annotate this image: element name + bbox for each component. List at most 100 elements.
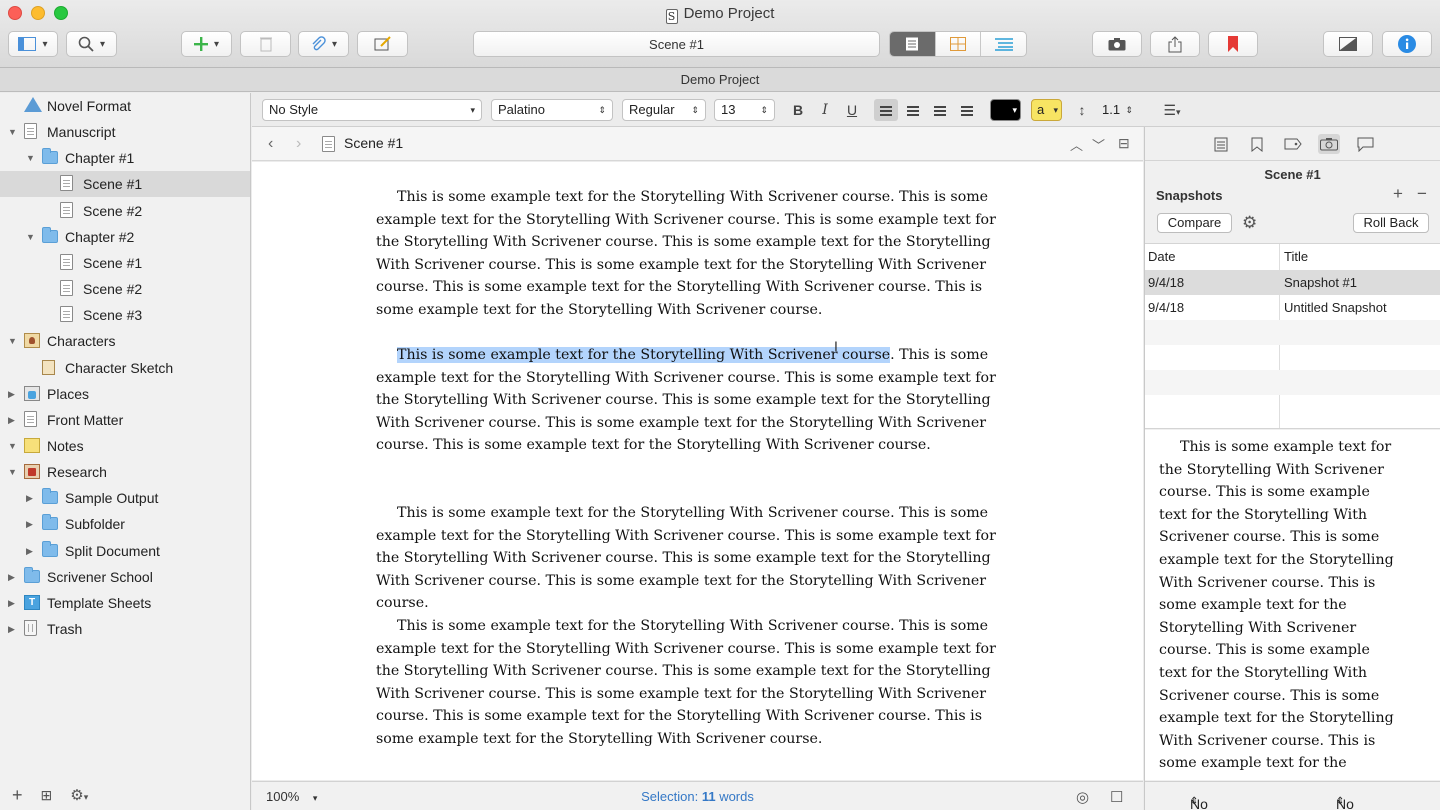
align-center-button[interactable]	[901, 99, 925, 121]
binder-item[interactable]: ▶ Scrivener School	[0, 564, 250, 590]
binder-item[interactable]: ▶ T Template Sheets	[0, 590, 250, 616]
disclosure-closed-icon[interactable]: ▶	[8, 624, 18, 634]
disclosure-open-icon[interactable]: ▼	[26, 153, 36, 163]
attach-button[interactable]: ▾	[298, 31, 349, 57]
editor-paragraph[interactable]: This is some example text for the Storyt…	[376, 502, 1020, 615]
roll-back-button[interactable]: Roll Back	[1353, 213, 1429, 233]
editor-paragraph[interactable]: This is some example text for the Storyt…	[376, 186, 1020, 322]
bookmark-button[interactable]	[1208, 31, 1258, 57]
add-icon[interactable]: +	[12, 785, 23, 806]
disclosure-closed-icon[interactable]: ▶	[8, 415, 18, 425]
share-button[interactable]	[1150, 31, 1200, 57]
binder-item[interactable]: Novel Format	[0, 93, 250, 119]
binder-item-label: Scrivener School	[47, 568, 153, 585]
align-right-button[interactable]	[928, 99, 952, 121]
selected-text[interactable]: This is some example text for the Storyt…	[397, 347, 891, 363]
disclosure-open-icon[interactable]: ▼	[8, 467, 18, 477]
binder-item[interactable]: ▼ Research	[0, 459, 250, 485]
disclosure-open-icon[interactable]: ▼	[26, 232, 36, 242]
add-snapshot-button[interactable]: +	[1393, 184, 1403, 204]
bookmarks-tab[interactable]	[1246, 134, 1268, 154]
document-title-field[interactable]: Scene #1	[473, 31, 880, 57]
compare-button[interactable]: Compare	[1157, 213, 1232, 233]
align-left-button[interactable]	[874, 99, 898, 121]
search-button[interactable]: ▾	[66, 31, 117, 57]
disclosure-closed-icon[interactable]: ▶	[8, 572, 18, 582]
snapshots-table[interactable]: Date Title 9/4/18 Snapshot #1 9/4/18 Unt…	[1145, 243, 1440, 429]
list-style-button[interactable]: ☰▾	[1154, 99, 1190, 121]
binder-item[interactable]: ▼ Chapter #1	[0, 145, 250, 171]
split-editor-icon[interactable]: ⊟	[1118, 135, 1130, 152]
outliner-view-button[interactable]	[980, 32, 1026, 56]
inspector-button[interactable]	[1382, 31, 1432, 57]
table-row[interactable]: 9/4/18 Snapshot #1	[1145, 270, 1440, 295]
font-family-select[interactable]: Palatino ⇕	[491, 99, 613, 121]
disclosure-closed-icon[interactable]: ▶	[8, 389, 18, 399]
disclosure-closed-icon[interactable]: ▶	[26, 546, 36, 556]
binder-item[interactable]: ▶ Sample Output	[0, 485, 250, 511]
table-row[interactable]: 9/4/18 Untitled Snapshot	[1145, 295, 1440, 320]
metadata-tab[interactable]	[1282, 134, 1304, 154]
binder-item[interactable]: Scene #3	[0, 302, 250, 328]
font-size-select[interactable]: 13 ⇕	[714, 99, 775, 121]
notes-tab[interactable]	[1210, 134, 1232, 154]
add-item-button[interactable]: ▾	[181, 31, 232, 57]
snapshots-tab[interactable]	[1318, 134, 1340, 154]
status-note-icon[interactable]: ☐	[1110, 788, 1123, 806]
binder-item[interactable]: ▶ Front Matter	[0, 407, 250, 433]
font-weight-select[interactable]: Regular ⇕	[622, 99, 706, 121]
chevron-down-icon[interactable]: ﹀	[1092, 135, 1105, 154]
disclosure-closed-icon[interactable]: ▶	[26, 493, 36, 503]
disclosure-open-icon[interactable]: ▼	[8, 441, 18, 451]
binder-item[interactable]: ▼ Notes	[0, 433, 250, 459]
paragraph-style-select[interactable]: No Style ▾	[262, 99, 482, 121]
disclosure-open-icon[interactable]: ▼	[8, 336, 18, 346]
binder-item[interactable]: ▶ Subfolder	[0, 511, 250, 537]
binder-sidebar[interactable]: Novel Format ▼ Manuscript ▼ Chapter #1 Scene …	[0, 93, 251, 810]
editor-paragraph[interactable]: This is some example text for the Storyt…	[376, 344, 1020, 457]
binder-item[interactable]: ▼ Manuscript	[0, 119, 250, 145]
text-color-well[interactable]: ▾	[990, 99, 1021, 121]
binder-item[interactable]: Scene #1	[0, 250, 250, 276]
gear-icon[interactable]: ⚙▾	[70, 786, 88, 804]
binder-item[interactable]: ▶ Trash	[0, 616, 250, 642]
underline-button[interactable]: U	[840, 99, 864, 121]
binder-item[interactable]: ▼ Chapter #2	[0, 224, 250, 250]
document-view-button[interactable]	[890, 32, 935, 56]
line-spacing-select[interactable]: 1.1 ⇕	[1095, 99, 1140, 121]
bold-button[interactable]: B	[786, 99, 810, 121]
binder-item[interactable]: Scene #2	[0, 198, 250, 224]
new-folder-icon[interactable]: ⊞	[41, 787, 53, 804]
corkboard-view-button[interactable]	[934, 32, 981, 56]
comments-tab[interactable]	[1354, 134, 1376, 154]
binder-item[interactable]: Scene #2	[0, 276, 250, 302]
view-mode-segmented-control[interactable]	[889, 31, 1027, 57]
snapshot-toolbar-button[interactable]	[1092, 31, 1142, 57]
editor-document-title[interactable]: Scene #1	[344, 135, 403, 151]
compose-button[interactable]	[357, 31, 408, 57]
editor-paragraph[interactable]: This is some example text for the Storyt…	[376, 615, 1020, 751]
disclosure-closed-icon[interactable]: ▶	[8, 598, 18, 608]
disclosure-closed-icon[interactable]: ▶	[26, 519, 36, 529]
binder-item[interactable]: Character Sketch	[0, 355, 250, 381]
back-arrow-icon[interactable]: ‹	[268, 135, 273, 153]
binder-item[interactable]: Scene #1	[0, 171, 250, 198]
binder-item[interactable]: ▼ Characters	[0, 328, 250, 354]
binder-item[interactable]: ▶ Places	[0, 381, 250, 407]
binder-item[interactable]: ▶ Split Document	[0, 538, 250, 564]
view-mode-button[interactable]: ▾	[8, 31, 58, 57]
chevron-up-icon[interactable]: ︿	[1070, 135, 1083, 154]
justify-button[interactable]	[955, 99, 979, 121]
gear-icon[interactable]: ⚙	[1242, 213, 1257, 233]
remove-snapshot-button[interactable]: −	[1417, 184, 1427, 204]
date-column-header[interactable]: Date	[1148, 244, 1175, 269]
italic-button[interactable]: I	[813, 99, 837, 121]
target-icon[interactable]: ◎	[1076, 788, 1089, 806]
trash-button[interactable]	[240, 31, 291, 57]
forward-arrow-icon[interactable]: ›	[296, 135, 301, 153]
title-column-header[interactable]: Title	[1284, 244, 1308, 269]
disclosure-open-icon[interactable]: ▼	[8, 127, 18, 137]
text-editor[interactable]: This is some example text for the Storyt…	[252, 162, 1143, 780]
composition-mode-button[interactable]	[1323, 31, 1373, 57]
highlight-color-well[interactable]: a ▾	[1031, 99, 1062, 121]
